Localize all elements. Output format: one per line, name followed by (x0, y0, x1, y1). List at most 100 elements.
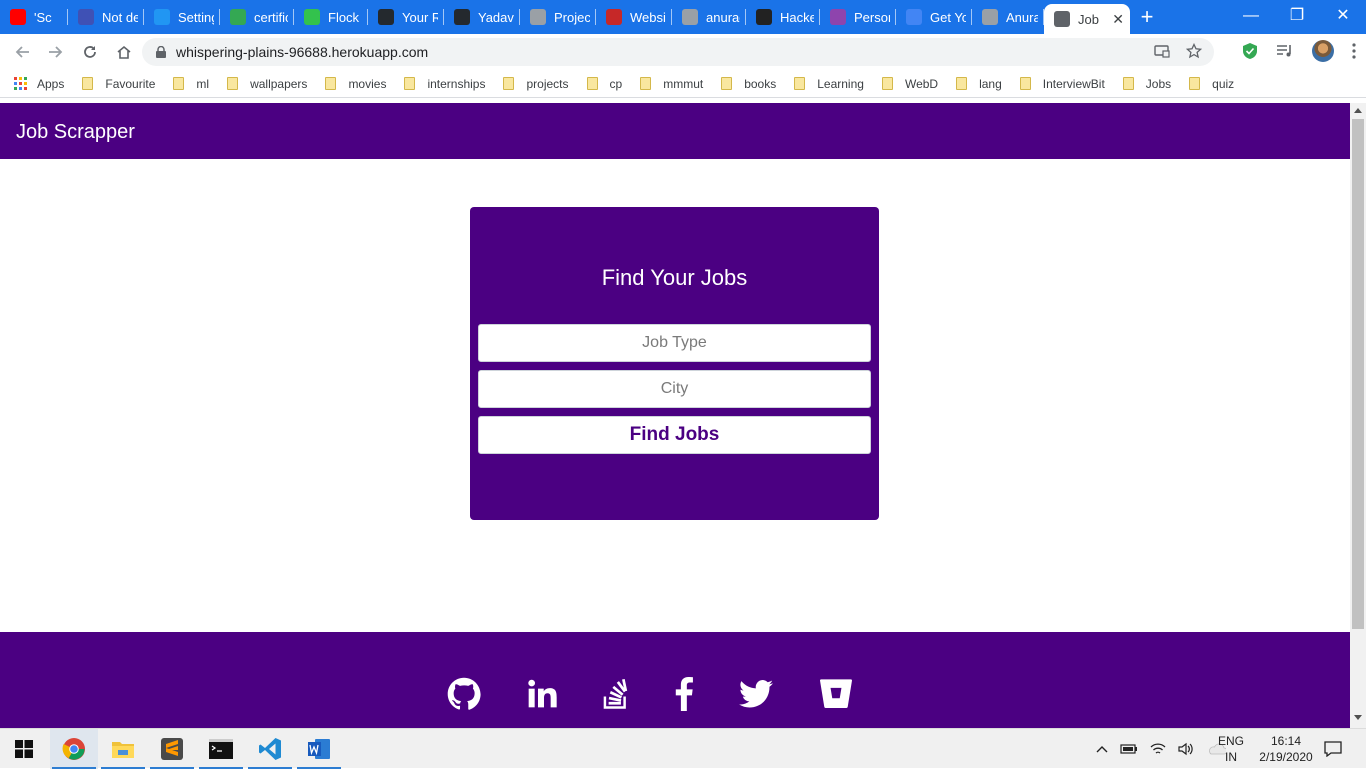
linkedin-icon[interactable] (524, 676, 560, 712)
bitbucket-icon[interactable] (818, 676, 854, 712)
wifi-icon[interactable] (1150, 742, 1166, 756)
site-footer (0, 632, 1350, 728)
bookmark-folder[interactable]: WebD (881, 76, 939, 91)
tab[interactable]: Person (820, 0, 896, 34)
folder-icon (1122, 77, 1134, 90)
tab[interactable]: Anurag (972, 0, 1044, 34)
bookmark-folder[interactable]: movies (325, 77, 386, 91)
flock-icon (304, 9, 320, 25)
bookmark-folder[interactable]: books (721, 77, 776, 91)
toolbar-extensions (1242, 40, 1356, 62)
bookmark-folder[interactable]: mmmut (640, 77, 703, 91)
tab-label: Job (1078, 11, 1099, 27)
globe-icon (682, 9, 698, 25)
react-icon (756, 9, 772, 25)
bookmark-folder[interactable]: wallpapers (227, 77, 307, 91)
apps-grid-icon (14, 77, 27, 90)
tab[interactable]: Not de (68, 0, 144, 34)
clock-date: 2/19/2020 (1259, 750, 1313, 764)
bookmark-folder[interactable]: quiz (1189, 77, 1234, 91)
back-icon[interactable] (6, 36, 38, 68)
windows-start-icon[interactable] (0, 729, 48, 769)
tab[interactable]: Job ✕ (1044, 4, 1130, 34)
site-brand[interactable]: Job Scrapper (16, 121, 135, 143)
cast-icon[interactable] (1154, 43, 1170, 59)
bookmark-folder[interactable]: InterviewBit (1019, 77, 1105, 91)
page-scrollbar[interactable] (1350, 103, 1366, 728)
chrome-icon[interactable] (50, 729, 98, 769)
find-jobs-button[interactable]: Find Jobs (478, 416, 871, 454)
profile-avatar[interactable] (1312, 40, 1334, 62)
bookmark-folder[interactable]: internships (404, 77, 485, 91)
windows-taskbar: ENG IN 16:14 2/19/2020 (0, 728, 1366, 769)
more-menu-icon[interactable] (1352, 43, 1356, 59)
close-window-button[interactable]: ✕ (1320, 0, 1366, 34)
folder-icon (586, 77, 598, 90)
sublime-text-icon[interactable] (148, 729, 196, 769)
tab[interactable]: certific (220, 0, 294, 34)
clock[interactable]: 16:14 2/19/2020 (1254, 729, 1318, 769)
twitter-icon[interactable] (738, 676, 774, 712)
facebook-icon[interactable] (666, 676, 702, 712)
bookmark-label: projects (526, 76, 569, 91)
media-controls-icon[interactable] (1276, 43, 1294, 59)
tab-label: Anurag (1006, 9, 1038, 25)
bookmark-label: Jobs (1145, 76, 1172, 91)
tab[interactable]: 'Sc (0, 0, 68, 34)
home-icon[interactable] (108, 36, 140, 68)
bookmark-folder[interactable]: Learning (794, 77, 864, 91)
terminal-icon[interactable] (197, 729, 245, 769)
tab[interactable]: Project (520, 0, 596, 34)
shield-extension-icon[interactable] (1242, 42, 1258, 60)
minimize-button[interactable]: — (1228, 0, 1274, 34)
battery-icon[interactable] (1120, 743, 1138, 755)
clock-time: 16:14 (1270, 734, 1302, 748)
bookmark-folder[interactable]: projects (503, 76, 569, 91)
mail-icon (78, 9, 94, 25)
stackoverflow-icon[interactable] (598, 676, 634, 712)
tab[interactable]: Setting (144, 0, 220, 34)
reload-icon[interactable] (74, 36, 106, 68)
language-indicator[interactable]: ENG IN (1218, 729, 1244, 769)
show-hidden-icons-chevron-icon[interactable] (1096, 745, 1108, 753)
city-input[interactable] (478, 370, 871, 408)
tab[interactable]: Flock (294, 0, 368, 34)
settings-page-icon (154, 9, 170, 25)
bookmark-folder[interactable]: Jobs (1122, 76, 1172, 91)
bookmark-label: WebD (904, 76, 939, 91)
bookmark-label: wallpapers (250, 76, 308, 91)
tab[interactable]: Get Yo (896, 0, 972, 34)
bookmark-folder[interactable]: Favourite (82, 77, 155, 91)
github-icon[interactable] (446, 676, 482, 712)
tab[interactable]: YadavA (444, 0, 520, 34)
folder-icon (1019, 77, 1031, 90)
tab[interactable]: Websit (596, 0, 672, 34)
bookmark-star-icon[interactable] (1186, 43, 1202, 59)
bookmark-label: quiz (1212, 76, 1235, 91)
codeforces-icon (606, 9, 622, 25)
github-icon (454, 9, 470, 25)
scrollbar-thumb[interactable] (1352, 119, 1364, 629)
bookmark-folder[interactable]: ml (173, 77, 209, 91)
bookmark-label: cp (609, 76, 623, 91)
scroll-down-icon[interactable] (1354, 715, 1362, 720)
tab[interactable]: Hacke (746, 0, 820, 34)
scroll-up-icon[interactable] (1354, 108, 1362, 113)
tab[interactable]: anurag (672, 0, 746, 34)
tab[interactable]: Your R (368, 0, 444, 34)
bookmark-folder[interactable]: lang (956, 77, 1002, 91)
job-type-input[interactable] (478, 324, 871, 362)
new-tab-button[interactable]: + (1130, 0, 1164, 34)
word-icon[interactable] (295, 729, 343, 769)
file-explorer-icon[interactable] (99, 729, 147, 769)
bookmark-apps[interactable]: Apps (14, 77, 64, 91)
volume-icon[interactable] (1178, 742, 1194, 756)
close-tab-icon[interactable]: ✕ (1112, 11, 1124, 28)
address-bar[interactable]: whispering-plains-96688.herokuapp.com (142, 38, 1214, 66)
bookmark-label: movies (348, 76, 387, 91)
maximize-button[interactable]: ❐ (1274, 0, 1320, 34)
vscode-icon[interactable] (246, 729, 294, 769)
bookmark-folder[interactable]: cp (586, 76, 623, 91)
forward-icon[interactable] (40, 36, 72, 68)
notifications-icon[interactable] (1322, 729, 1344, 769)
